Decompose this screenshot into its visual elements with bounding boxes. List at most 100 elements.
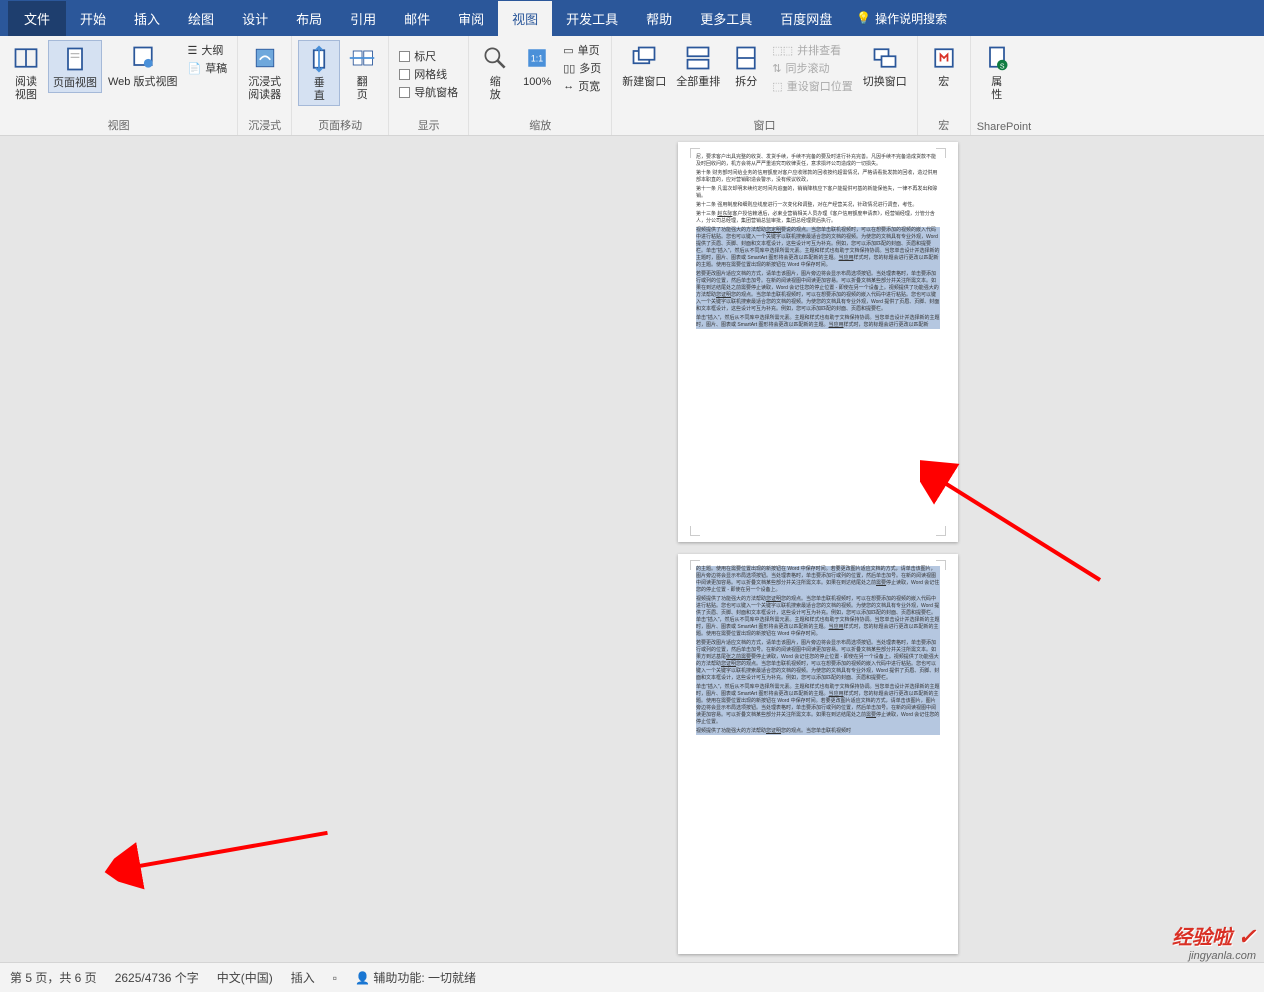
tab-help[interactable]: 帮助 [632,1,686,36]
one-page-button[interactable]: ▭单页 [563,42,601,58]
nav-pane-checkbox[interactable]: 导航窗格 [399,84,458,100]
group-immersive-label: 沉浸式 [244,115,285,133]
checkbox-icon [399,69,410,80]
page-width-icon: ↔ [563,80,574,92]
document-selected-text: 视频提供了功能强大的方法帮助您定明要说的观点。当您单击联机视频时，可以在想要添加… [696,227,940,329]
group-page-move: 垂 直 翻 页 页面移动 [292,36,389,135]
insert-mode-status[interactable]: 插入 [291,969,315,986]
web-layout-icon [127,42,159,74]
checkbox-icon [399,51,410,62]
group-views-label: 视图 [6,115,231,133]
page-width-button[interactable]: ↔页宽 [563,78,601,94]
one-page-icon: ▭ [563,44,573,57]
switch-windows-button[interactable]: 切换窗口 [859,40,911,91]
properties-button[interactable]: S 属 性 [977,40,1017,104]
svg-text:S: S [1000,64,1005,71]
tab-draw[interactable]: 绘图 [174,1,228,36]
group-macro-label: 宏 [924,115,964,133]
accessibility-status[interactable]: 👤 辅助功能: 一切就绪 [355,969,476,986]
tab-mailings[interactable]: 邮件 [390,1,444,36]
tab-baidu[interactable]: 百度网盘 [766,1,846,36]
group-zoom: 缩 放 1:1 100% ▭单页 ▯▯多页 ↔页宽 缩放 [469,36,612,135]
lightbulb-icon: 💡 [856,11,871,25]
watermark-url: jingyanla.com [1172,950,1256,962]
draft-button[interactable]: 📄草稿 [187,60,227,76]
group-immersive: 沉浸式 阅读器 沉浸式 [238,36,292,135]
document-page[interactable]: 的主题。使用在需要位置出现的新按钮在 Word 中保存时间。若要更改图片适应文档… [678,554,958,954]
multi-page-button[interactable]: ▯▯多页 [563,60,601,76]
arrange-all-button[interactable]: 全部重排 [672,40,724,91]
draft-icon: 📄 [187,62,201,75]
tell-me[interactable]: 💡 操作说明搜索 [856,10,947,27]
group-page-move-label: 页面移动 [298,115,382,133]
language-status[interactable]: 中文(中国) [217,969,273,986]
immersive-reader-icon [249,42,281,74]
checkbox-icon [399,87,410,98]
print-layout-button[interactable]: 页面视图 [48,40,102,93]
group-window: 新建窗口 全部重排 拆分 ⬚⬚并排查看 ⇅同步滚动 ⬚重设窗口位置 切换窗口 窗… [612,36,917,135]
tab-devtools[interactable]: 开发工具 [552,1,632,36]
group-show: 标尺 网格线 导航窗格 显示 [389,36,469,135]
group-sharepoint-label: SharePoint [977,119,1031,133]
group-views: 阅读 视图 页面视图 Web 版式视图 ☰大纲 📄草稿 视图 [0,36,238,135]
tab-references[interactable]: 引用 [336,1,390,36]
side-to-side-button[interactable]: 翻 页 [342,40,382,104]
document-selected-text: 的主题。使用在需要位置出现的新按钮在 Word 中保存时间。若要更改图片适应文档… [696,566,940,735]
gridlines-checkbox[interactable]: 网格线 [399,66,458,82]
read-mode-button[interactable]: 阅读 视图 [6,40,46,104]
tab-review[interactable]: 审阅 [444,1,498,36]
sync-scroll-icon: ⇅ [772,62,781,75]
ribbon: 阅读 视图 页面视图 Web 版式视图 ☰大纲 📄草稿 视图 沉浸式 阅读器 [0,36,1264,136]
side-by-side-icon: ⬚⬚ [772,44,793,57]
svg-text:1:1: 1:1 [531,54,543,64]
file-tab[interactable]: 文件 [8,1,66,36]
zoom-100-button[interactable]: 1:1 100% [517,40,557,91]
tab-layout[interactable]: 布局 [282,1,336,36]
group-sharepoint: S 属 性 SharePoint [971,36,1037,135]
document-page[interactable]: 尼，要求客户出具完整的收货、发货手续，手续不完备的要及时进行补充完善。凡因手续不… [678,142,958,542]
watermark-brand: 经验啦 [1172,927,1232,949]
new-window-icon [628,42,660,74]
arrange-all-icon [682,42,714,74]
tab-design[interactable]: 设计 [228,1,282,36]
accessibility-icon: 👤 [355,971,370,985]
group-show-label: 显示 [395,115,462,133]
zoom-icon [479,42,511,74]
split-button[interactable]: 拆分 [726,40,766,91]
page-number-status[interactable]: 第 5 页，共 6 页 [10,969,97,986]
zoom-button[interactable]: 缩 放 [475,40,515,104]
checkmark-icon: ✓ [1238,924,1256,949]
switch-windows-icon [869,42,901,74]
document-area[interactable]: 尼，要求客户出具完整的收货、发货手续，手续不完备的要及时进行补充完善。凡因手续不… [0,136,1264,962]
menubar: 文件 开始 插入 绘图 设计 布局 引用 邮件 审阅 视图 开发工具 帮助 更多… [0,0,1264,36]
tab-insert[interactable]: 插入 [120,1,174,36]
statusbar: 第 5 页，共 6 页 2625/4736 个字 中文(中国) 插入 ▫ 👤 辅… [0,962,1264,992]
macro-record-status[interactable]: ▫ [333,971,337,985]
vertical-icon [303,43,335,75]
vertical-button[interactable]: 垂 直 [298,40,340,106]
read-mode-icon [10,42,42,74]
group-macro: 宏 宏 [918,36,971,135]
side-to-side-icon [346,42,378,74]
view-side-by-side-button[interactable]: ⬚⬚并排查看 [772,42,852,58]
properties-icon: S [981,42,1013,74]
new-window-button[interactable]: 新建窗口 [618,40,670,91]
tab-home[interactable]: 开始 [66,1,120,36]
web-layout-button[interactable]: Web 版式视图 [104,40,181,91]
group-zoom-label: 缩放 [475,115,605,133]
sync-scroll-button[interactable]: ⇅同步滚动 [772,60,852,76]
macro-button[interactable]: 宏 [924,40,964,91]
ruler-checkbox[interactable]: 标尺 [399,48,458,64]
immersive-reader-button[interactable]: 沉浸式 阅读器 [244,40,285,104]
zoom-100-icon: 1:1 [521,42,553,74]
tab-moretools[interactable]: 更多工具 [686,1,766,36]
multi-page-icon: ▯▯ [563,62,575,75]
word-count-status[interactable]: 2625/4736 个字 [115,969,199,986]
watermark: 经验啦 ✓ jingyanla.com [1172,921,1256,962]
print-layout-icon [59,43,91,75]
tell-me-label: 操作说明搜索 [875,10,947,27]
outline-button[interactable]: ☰大纲 [187,42,227,58]
reset-window-button[interactable]: ⬚重设窗口位置 [772,78,852,94]
tab-view[interactable]: 视图 [498,1,552,36]
outline-icon: ☰ [187,44,197,57]
